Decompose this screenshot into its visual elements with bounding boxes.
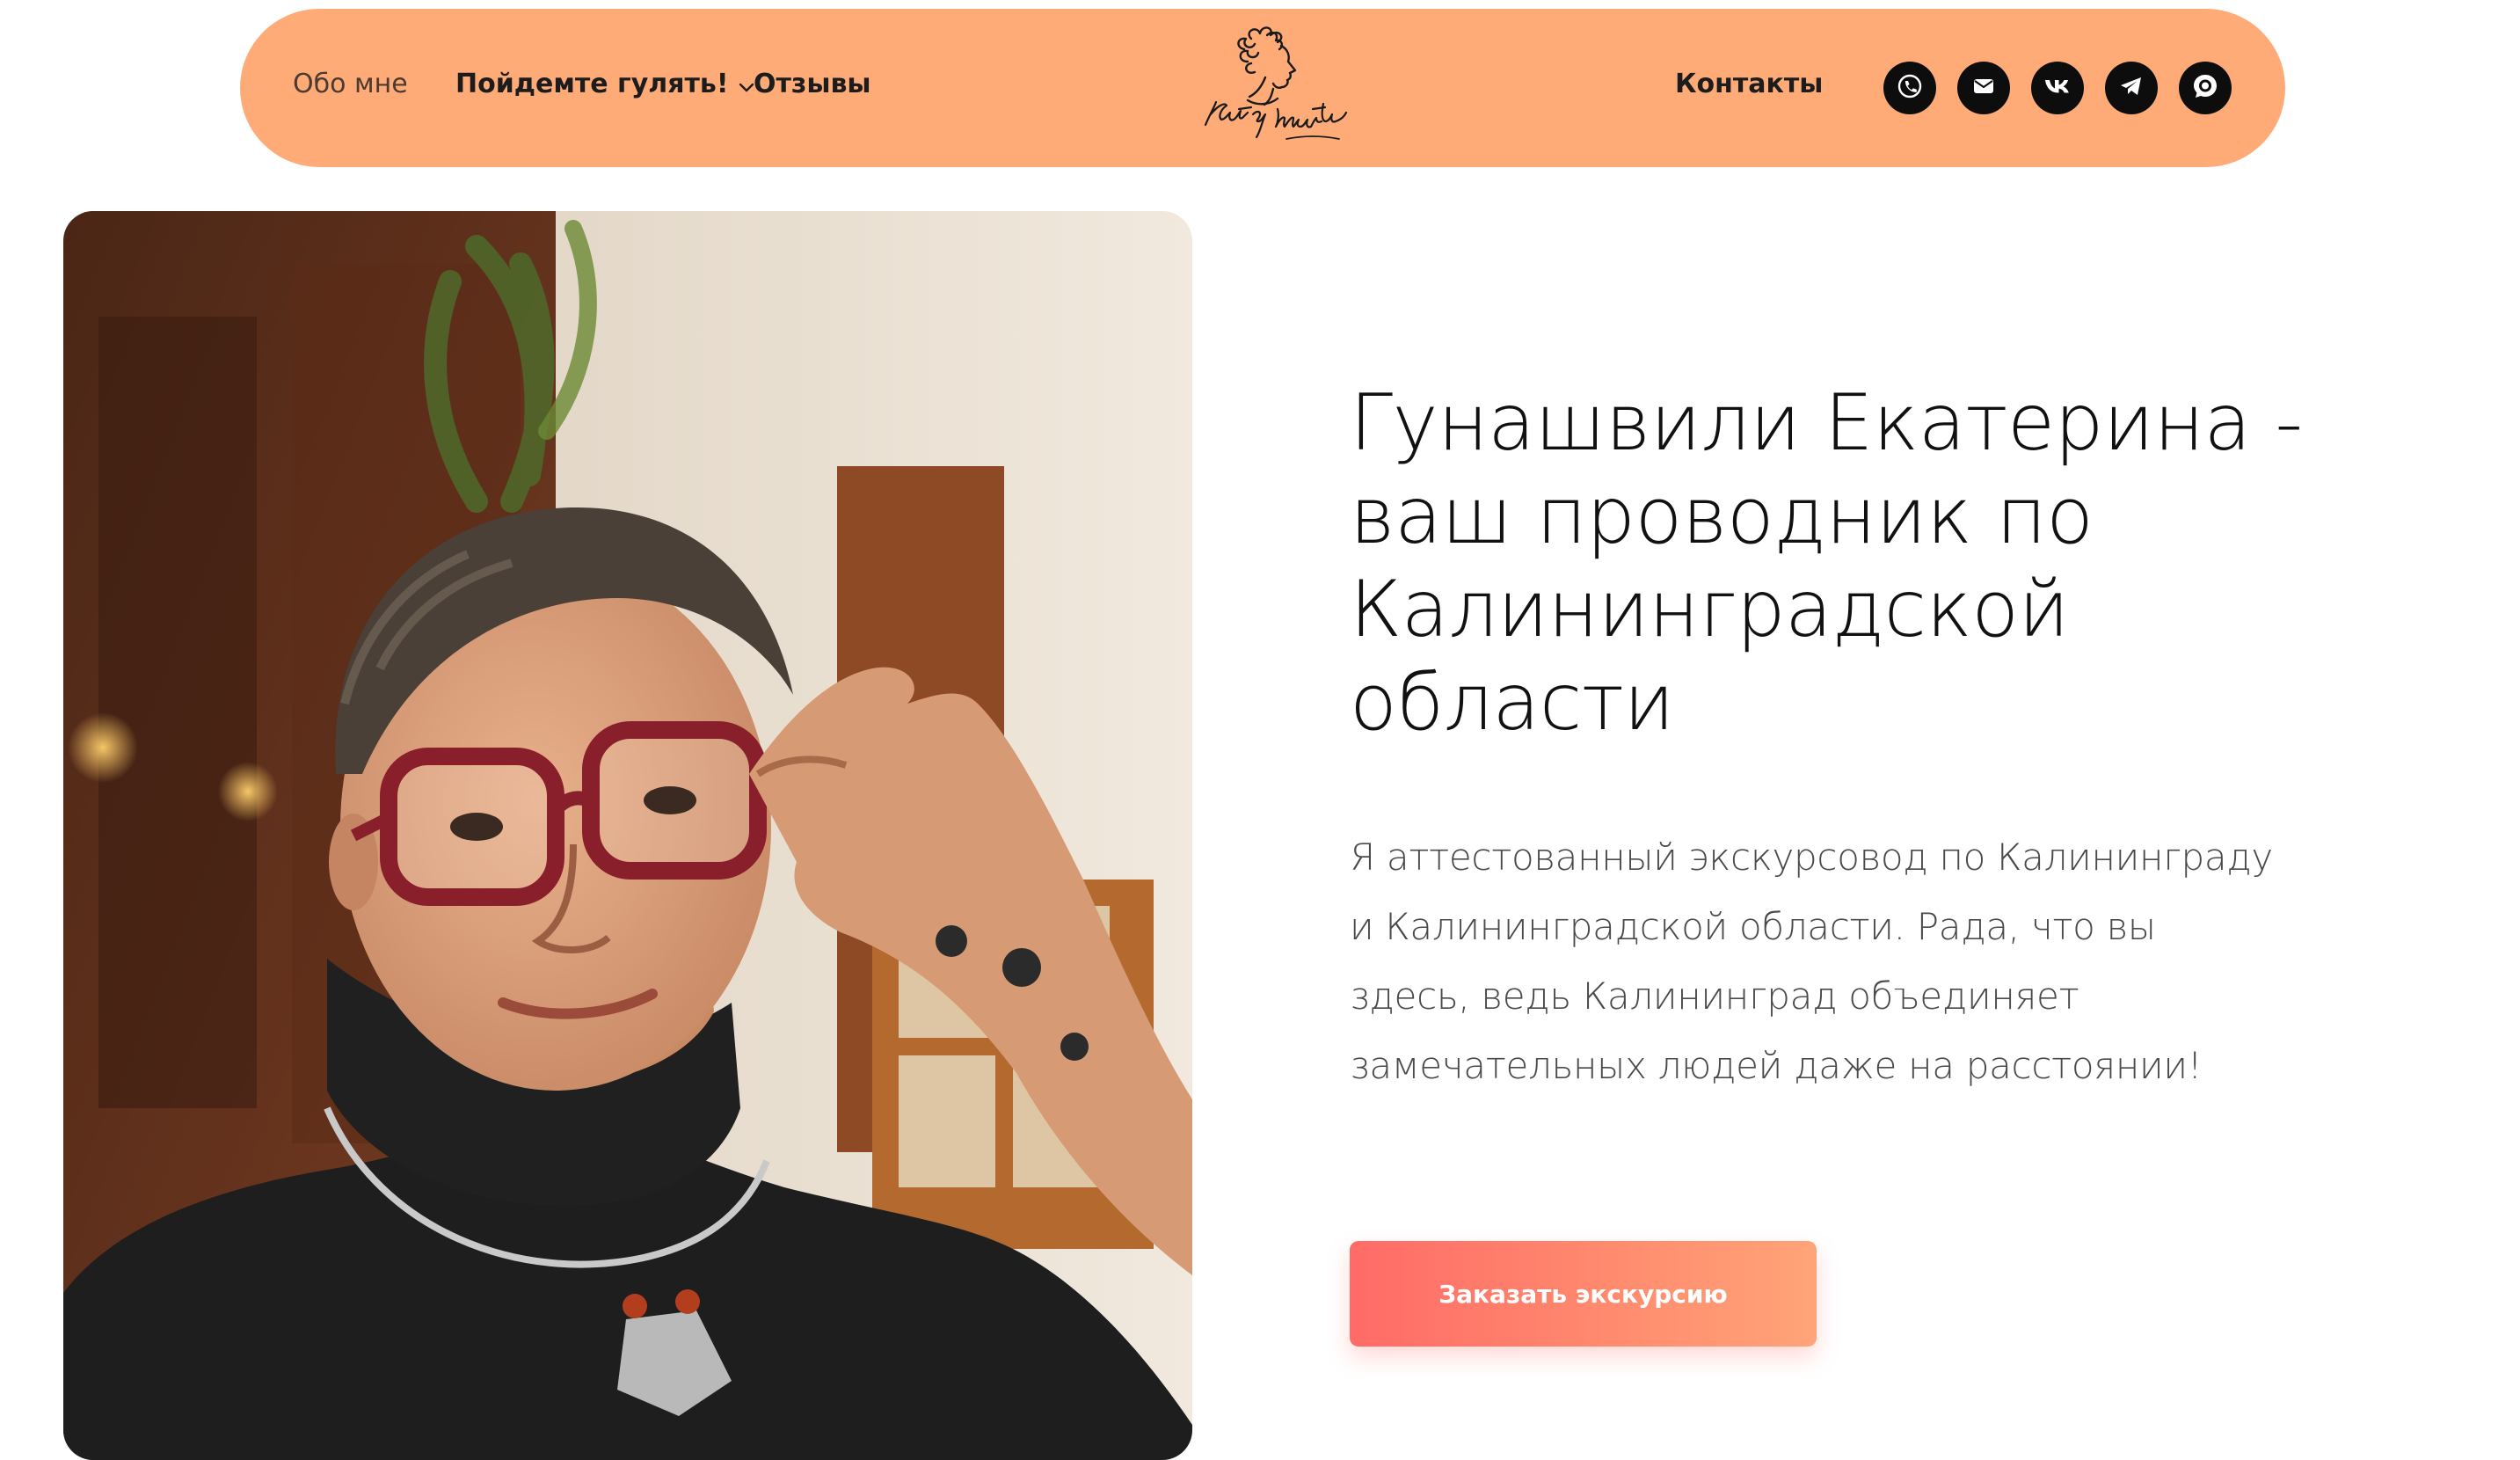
order-excursion-button[interactable]: Заказать экскурсию bbox=[1350, 1241, 1817, 1347]
phone-button[interactable] bbox=[1883, 62, 1936, 114]
nav-walks-dropdown[interactable]: Пойдемте гулять! bbox=[455, 60, 755, 109]
telegram-icon bbox=[2116, 71, 2146, 105]
site-logo[interactable] bbox=[1198, 19, 1348, 164]
phone-icon bbox=[1895, 71, 1925, 105]
guide-portrait-photo bbox=[63, 211, 1192, 1460]
max-messenger-icon bbox=[2189, 70, 2221, 106]
hero-title: Гунашвили Екатерина - ваш проводник по К… bbox=[1350, 377, 2303, 748]
email-button[interactable] bbox=[1957, 62, 2010, 114]
nav-reviews[interactable]: Отзывы bbox=[754, 60, 871, 109]
mail-icon bbox=[1969, 71, 1999, 105]
nav-contacts[interactable]: Контакты bbox=[1675, 60, 1823, 109]
max-messenger-button[interactable] bbox=[2179, 62, 2232, 114]
nav-walks-label: Пойдемте гулять! bbox=[455, 69, 729, 99]
chevron-down-icon bbox=[738, 61, 755, 110]
hero-intro-text: Я аттестованный экскурсовод по Калинингр… bbox=[1350, 836, 2273, 1087]
nav-about[interactable]: Обо мне bbox=[293, 60, 408, 109]
vk-button[interactable] bbox=[2031, 62, 2084, 114]
site-header: Обо мне Пойдемте гулять! Отзывы Контакты bbox=[240, 9, 2285, 167]
telegram-button[interactable] bbox=[2105, 62, 2158, 114]
vk-icon bbox=[2042, 70, 2073, 106]
